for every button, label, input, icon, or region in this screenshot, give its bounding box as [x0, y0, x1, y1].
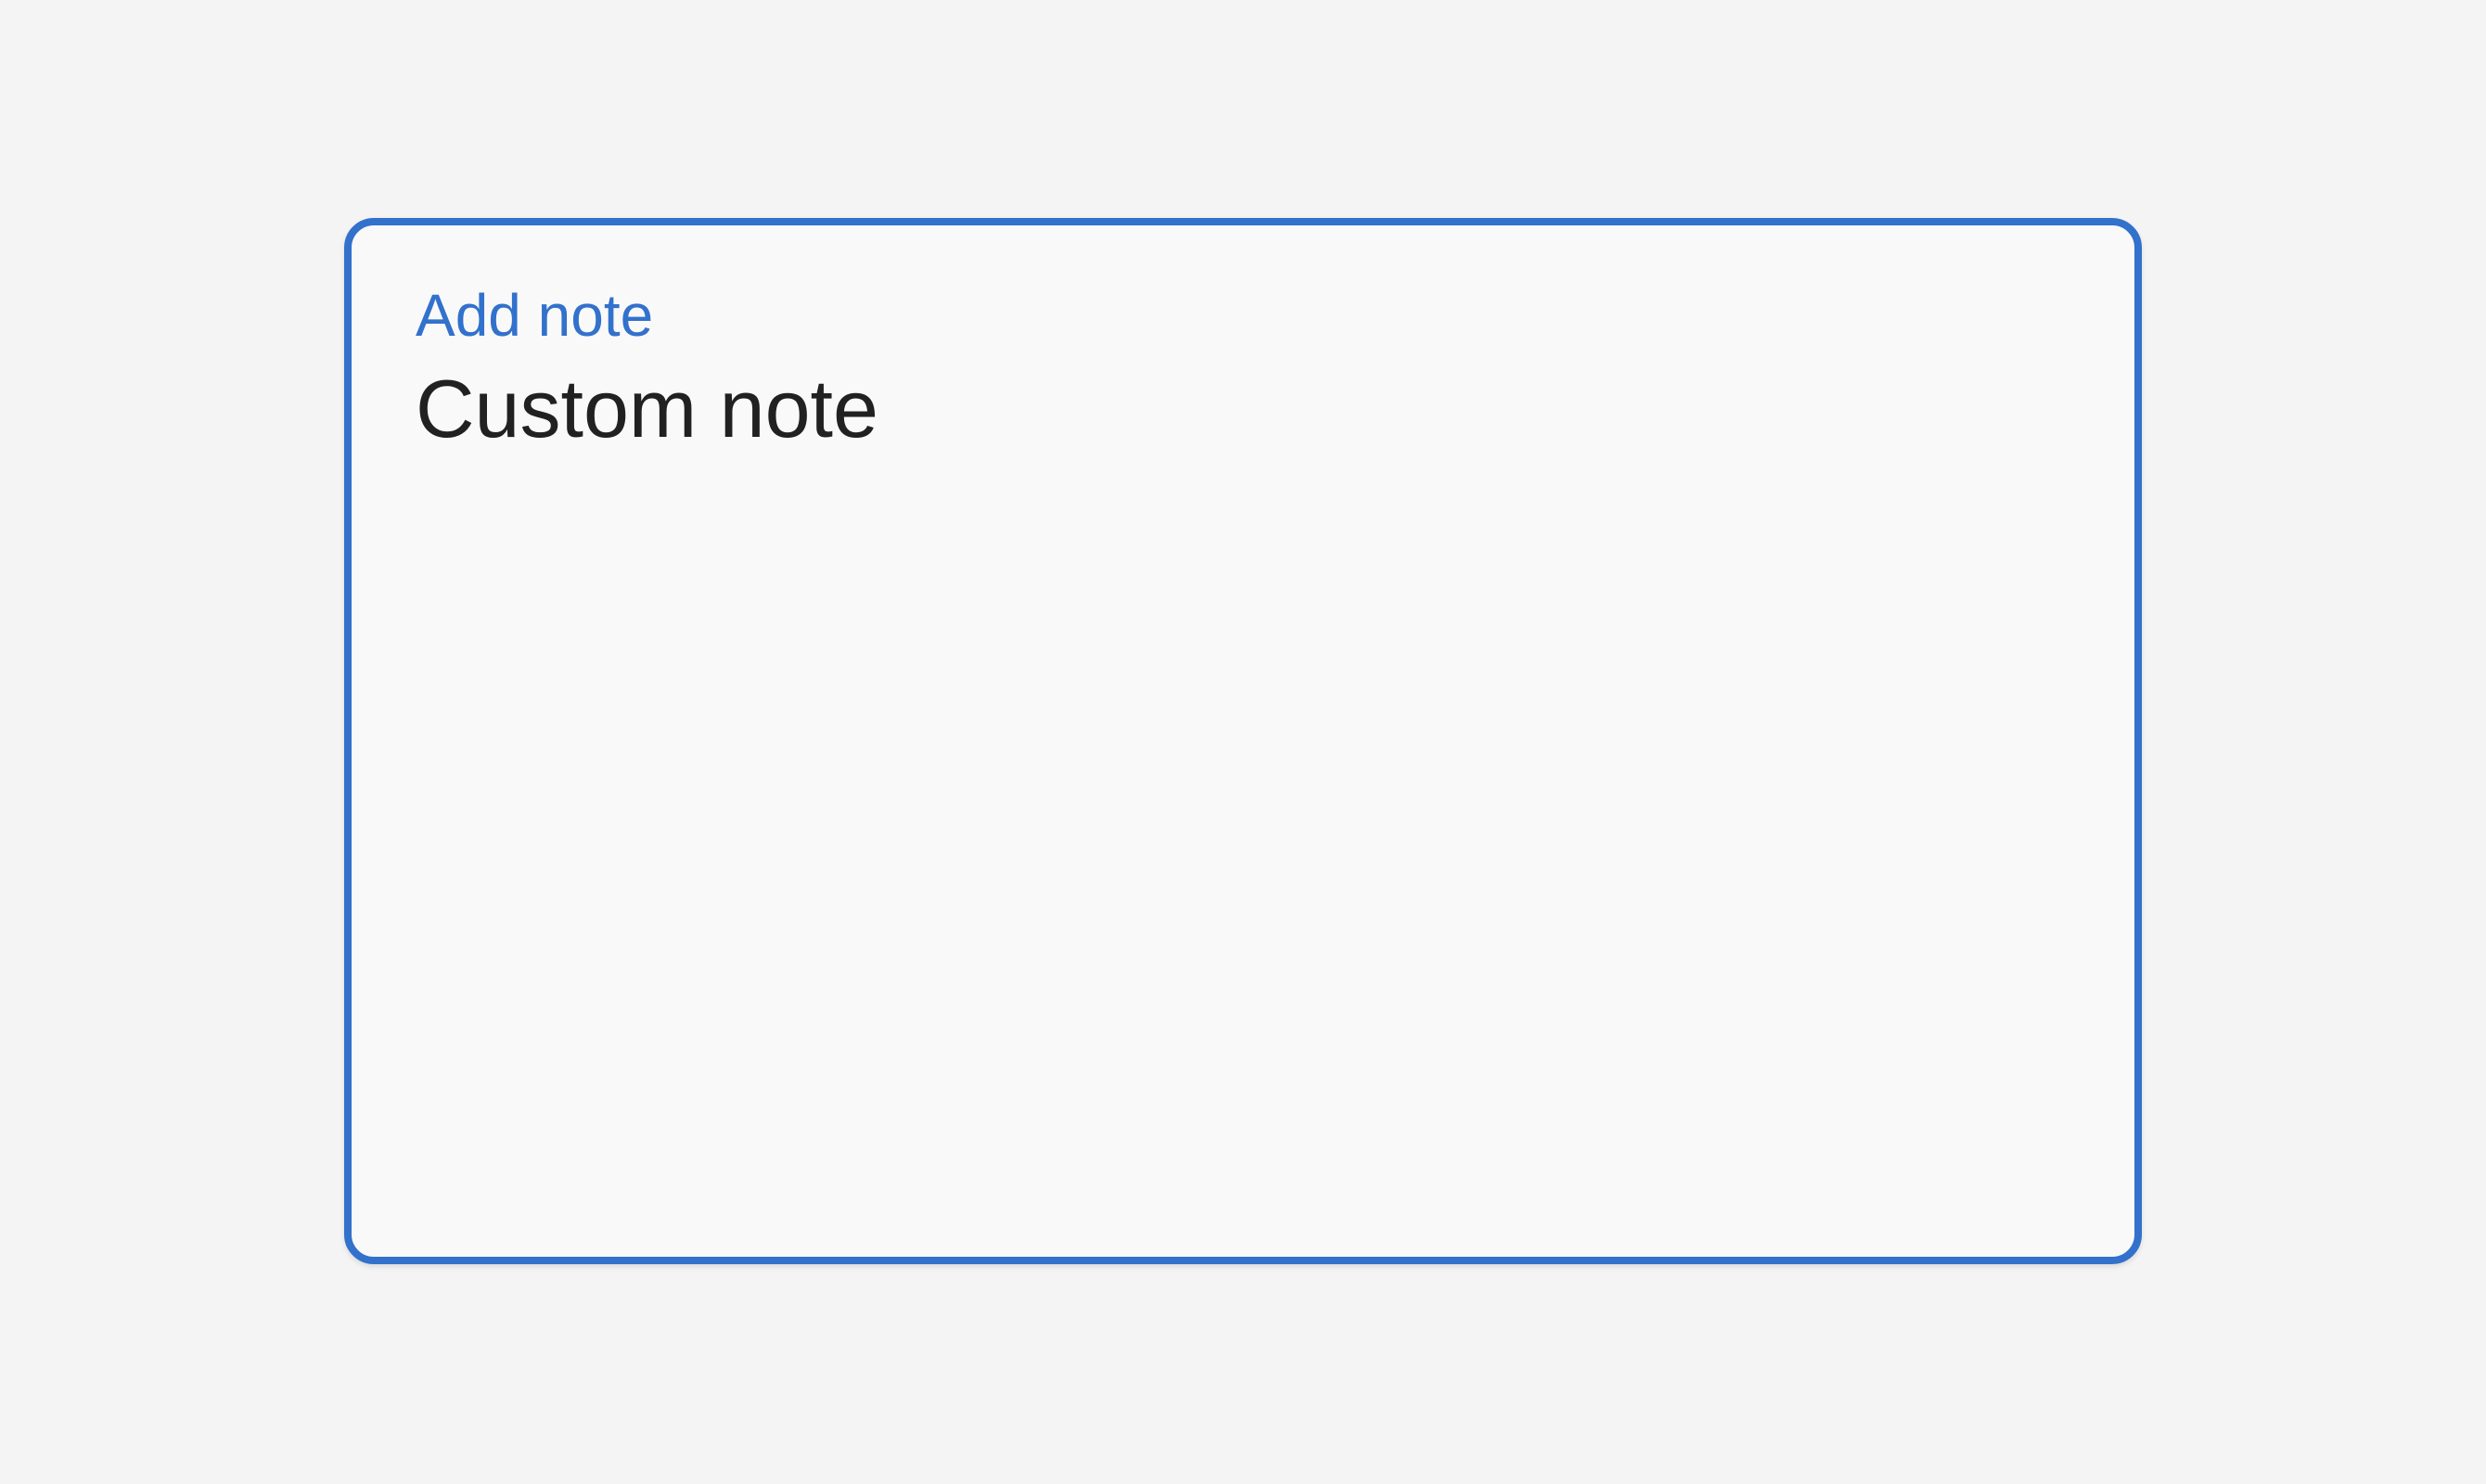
note-field-label: Add note	[416, 282, 654, 349]
note-input-value[interactable]: Custom note	[416, 363, 2067, 455]
note-text-area[interactable]: Add note Custom note	[344, 218, 2142, 1264]
